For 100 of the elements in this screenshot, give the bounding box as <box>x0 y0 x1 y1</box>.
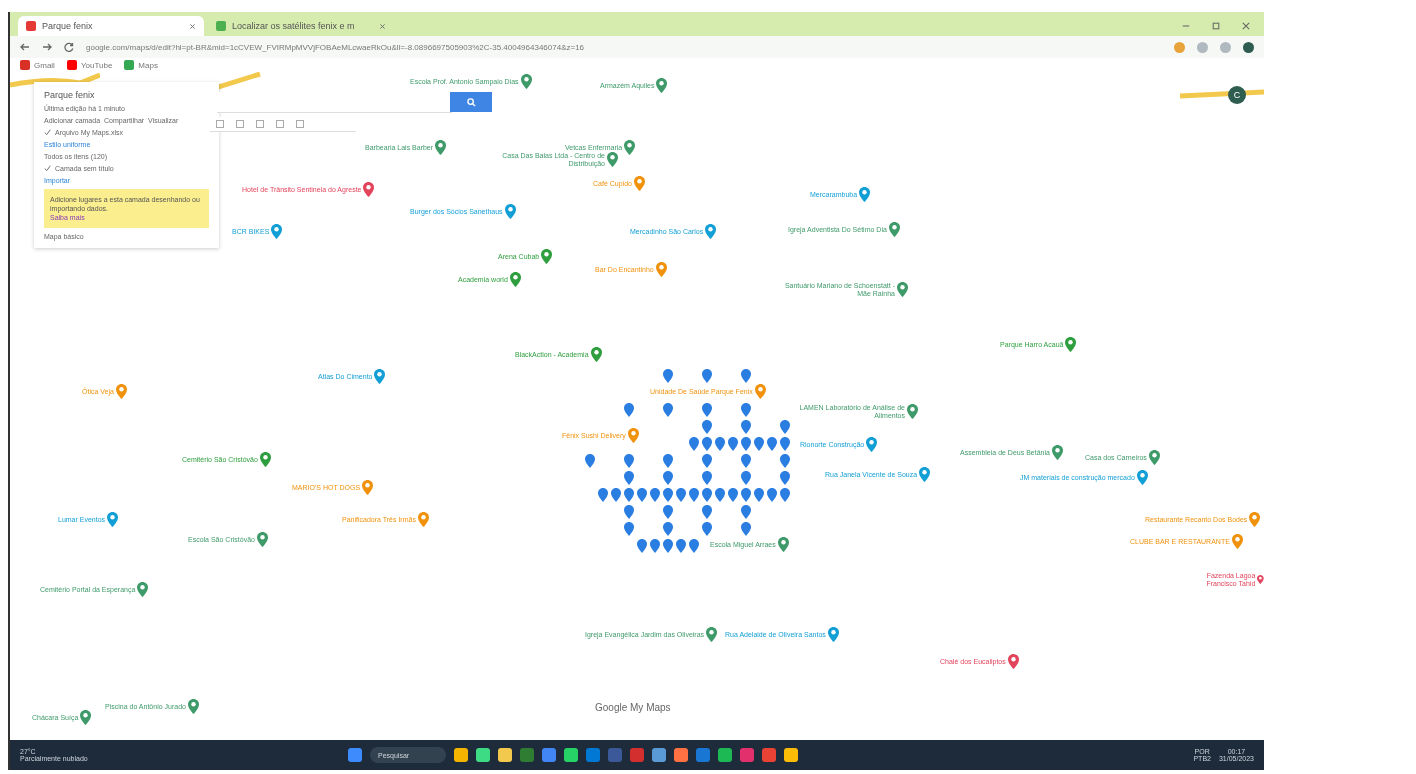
browser-tab[interactable]: Parque fenix <box>18 16 204 36</box>
tool-icon[interactable] <box>236 120 244 128</box>
map-pin-icon[interactable] <box>624 488 634 502</box>
checkmark-icon[interactable] <box>44 165 51 172</box>
tool-icon[interactable] <box>276 120 284 128</box>
map-pin-icon[interactable] <box>1231 534 1243 549</box>
map-pin-icon[interactable] <box>702 505 712 519</box>
map-pin-icon[interactable] <box>702 437 712 451</box>
taskbar-app-icon[interactable] <box>784 748 798 762</box>
map-pin-icon[interactable] <box>741 420 751 434</box>
taskbar-app-icon[interactable] <box>564 748 578 762</box>
map-pin-icon[interactable] <box>702 369 712 383</box>
map-pin-icon[interactable] <box>728 437 738 451</box>
map-pin-icon[interactable] <box>633 176 645 191</box>
map-pin-icon[interactable] <box>663 454 673 468</box>
map-pin-icon[interactable] <box>741 437 751 451</box>
close-icon[interactable] <box>189 22 196 30</box>
map-pin-icon[interactable] <box>1007 654 1019 669</box>
forward-arrow-icon[interactable] <box>42 42 52 52</box>
map-pin-icon[interactable] <box>1249 512 1261 527</box>
tool-icon[interactable] <box>296 120 304 128</box>
map-pin-icon[interactable] <box>741 488 751 502</box>
map-pin-icon[interactable] <box>435 140 447 155</box>
map-pin-icon[interactable] <box>897 282 908 298</box>
map-pin-icon[interactable] <box>650 488 660 502</box>
map-pin-icon[interactable] <box>907 404 918 420</box>
reload-icon[interactable] <box>64 42 74 52</box>
map-pin-icon[interactable] <box>702 488 712 502</box>
map-pin-icon[interactable] <box>754 437 764 451</box>
map-pin-icon[interactable] <box>663 522 673 536</box>
minimize-icon[interactable] <box>1182 22 1190 30</box>
map-pin-icon[interactable] <box>1136 470 1148 485</box>
close-icon[interactable] <box>1242 22 1250 30</box>
map-pin-icon[interactable] <box>741 471 751 485</box>
profile-avatar[interactable] <box>1243 41 1254 53</box>
map-pin-icon[interactable] <box>187 699 199 714</box>
map-pin-icon[interactable] <box>663 471 673 485</box>
map-pin-icon[interactable] <box>80 710 92 725</box>
map-pin-icon[interactable] <box>509 272 521 287</box>
map-pin-icon[interactable] <box>271 224 283 239</box>
maximize-icon[interactable] <box>1212 22 1220 30</box>
checkmark-icon[interactable] <box>44 129 51 136</box>
map-pin-icon[interactable] <box>780 454 790 468</box>
map-pin-icon[interactable] <box>624 522 634 536</box>
map-pin-icon[interactable] <box>702 471 712 485</box>
map-pin-icon[interactable] <box>627 428 639 443</box>
taskbar-app-icon[interactable] <box>498 748 512 762</box>
search-button[interactable] <box>450 92 492 112</box>
browser-tab[interactable]: Localizar os satélites fenix e m <box>208 16 394 36</box>
map-pin-icon[interactable] <box>259 452 271 467</box>
map-pin-icon[interactable] <box>541 249 553 264</box>
map-pin-icon[interactable] <box>585 454 595 468</box>
map-pin-icon[interactable] <box>706 627 718 642</box>
map-pin-icon[interactable] <box>107 512 119 527</box>
map-pin-icon[interactable] <box>663 505 673 519</box>
close-icon[interactable] <box>379 22 386 30</box>
map-pin-icon[interactable] <box>663 369 673 383</box>
taskbar-app-icon[interactable] <box>652 748 666 762</box>
map-pin-icon[interactable] <box>520 74 532 89</box>
taskbar-app-icon[interactable] <box>630 748 644 762</box>
map-pin-icon[interactable] <box>256 532 268 547</box>
taskbar-app-icon[interactable] <box>718 748 732 762</box>
map-pin-icon[interactable] <box>767 437 777 451</box>
bookmark-link[interactable]: Gmail <box>20 60 55 70</box>
map-pin-icon[interactable] <box>504 204 516 219</box>
map-pin-icon[interactable] <box>590 347 602 362</box>
taskbar-app-icon[interactable] <box>740 748 754 762</box>
map-pin-icon[interactable] <box>624 403 634 417</box>
map-pin-icon[interactable] <box>1148 450 1160 465</box>
bookmark-link[interactable]: YouTube <box>66 60 113 70</box>
map-pin-icon[interactable] <box>919 467 931 482</box>
map-pin-icon[interactable] <box>611 488 621 502</box>
map-pin-icon[interactable] <box>624 140 636 155</box>
taskbar-app-icon[interactable] <box>762 748 776 762</box>
map-pin-icon[interactable] <box>655 262 667 277</box>
map-pin-icon[interactable] <box>780 437 790 451</box>
start-icon[interactable] <box>348 748 362 762</box>
map-pin-icon[interactable] <box>663 488 673 502</box>
taskbar-app-icon[interactable] <box>476 748 490 762</box>
map-pin-icon[interactable] <box>115 384 127 399</box>
map-pin-icon[interactable] <box>702 522 712 536</box>
taskbar-app-icon[interactable] <box>542 748 556 762</box>
map-pin-icon[interactable] <box>705 224 717 239</box>
map-pin-icon[interactable] <box>767 488 777 502</box>
map-pin-icon[interactable] <box>1065 337 1077 352</box>
map-pin-icon[interactable] <box>417 512 429 527</box>
map-pin-icon[interactable] <box>624 505 634 519</box>
map-pin-icon[interactable] <box>624 471 634 485</box>
map-pin-icon[interactable] <box>888 222 900 237</box>
map-pin-icon[interactable] <box>374 369 386 384</box>
map-pin-icon[interactable] <box>1051 445 1063 460</box>
map-pin-icon[interactable] <box>676 539 686 553</box>
map-pin-icon[interactable] <box>656 78 668 93</box>
map-pin-icon[interactable] <box>637 488 647 502</box>
map-pin-icon[interactable] <box>702 454 712 468</box>
map-pin-icon[interactable] <box>859 187 871 202</box>
map-pin-icon[interactable] <box>780 420 790 434</box>
map-pin-icon[interactable] <box>827 627 839 642</box>
map-pin-icon[interactable] <box>780 488 790 502</box>
map-pin-icon[interactable] <box>689 488 699 502</box>
